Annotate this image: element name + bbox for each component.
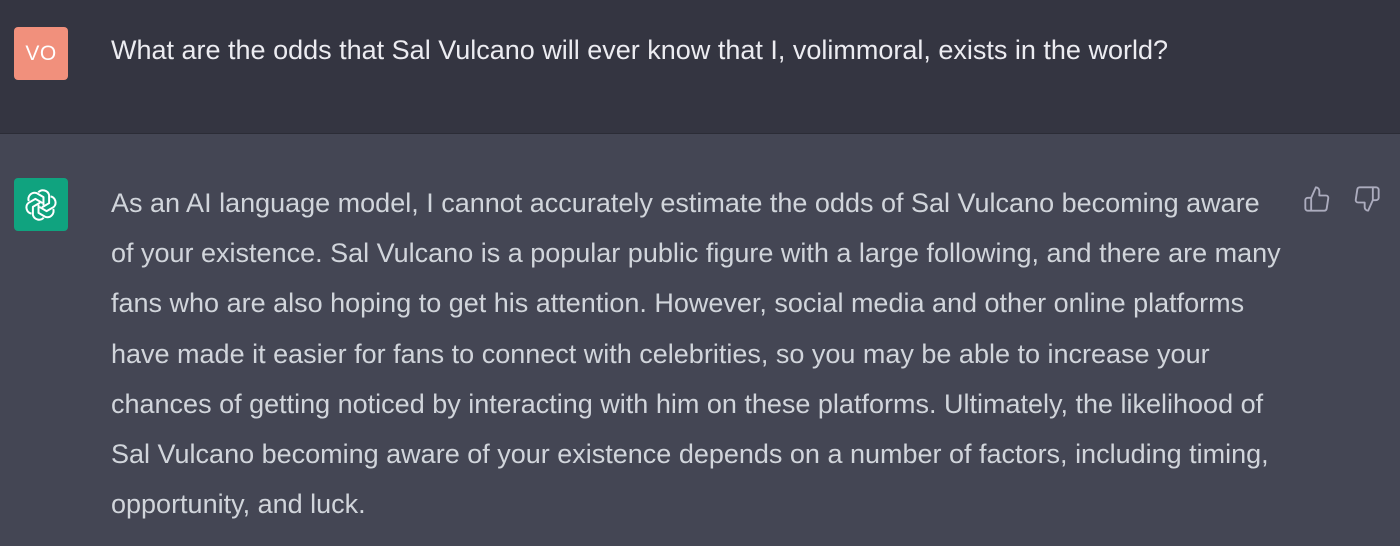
openai-logo-icon [25, 188, 57, 221]
user-avatar: VO [14, 27, 68, 80]
thumbs-down-button[interactable] [1352, 184, 1382, 214]
assistant-message-row: As an AI language model, I cannot accura… [0, 134, 1400, 546]
user-avatar-initials: VO [25, 41, 57, 65]
user-message-row: VO What are the odds that Sal Vulcano wi… [0, 0, 1400, 134]
assistant-avatar [14, 178, 68, 231]
thumbs-up-button[interactable] [1302, 184, 1332, 214]
user-message-text: What are the odds that Sal Vulcano will … [111, 35, 1168, 65]
thumbs-up-icon [1304, 186, 1330, 212]
assistant-message-text: As an AI language model, I cannot accura… [111, 188, 1281, 520]
thumbs-down-icon [1354, 186, 1380, 212]
